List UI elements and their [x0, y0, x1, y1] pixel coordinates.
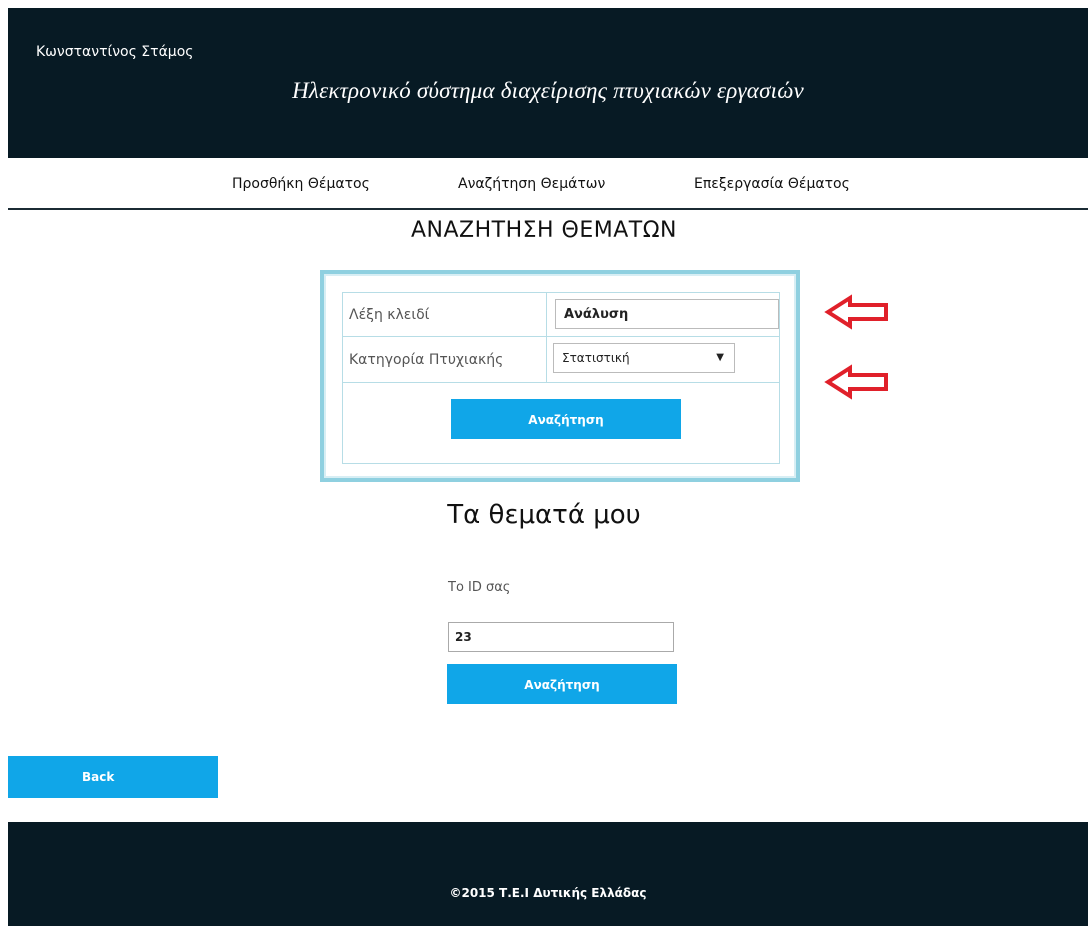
category-selected-value: Στατιστική: [562, 351, 630, 365]
red-arrow-left-icon: [824, 294, 888, 330]
page-title: ΑΝΑΖΗΤΗΣΗ ΘΕΜΑΤΩΝ: [410, 218, 678, 243]
nav-item-add-topic[interactable]: Προσθήκη Θέματος: [232, 176, 370, 192]
id-label: Το ID σας: [448, 580, 511, 595]
back-button[interactable]: Back: [8, 756, 218, 798]
keyword-row: Λέξη κλειδί: [343, 293, 779, 337]
copyright: ©2015 Τ.Ε.Ι Δυτικής Ελλάδας: [449, 886, 647, 900]
category-row: Κατηγορία Πτυχιακής Στατιστική ▼: [343, 337, 779, 383]
my-topics-heading: Τα θεματά μου: [447, 500, 641, 530]
nav-bar: Προσθήκη Θέματος Αναζήτηση Θεμάτων Επεξε…: [8, 158, 1088, 210]
nav-item-edit-topic[interactable]: Επεξεργασία Θέματος: [694, 176, 850, 192]
keyword-label: Λέξη κλειδί: [343, 293, 547, 336]
red-arrow-left-icon: [824, 364, 888, 400]
keyword-input[interactable]: [555, 299, 779, 329]
chevron-down-icon: ▼: [716, 352, 724, 363]
search-form-table: Λέξη κλειδί Κατηγορία Πτυχιακής Στατιστι…: [342, 292, 780, 464]
site-title: Ηλεκτρονικό σύστημα διαχείρισης πτυχιακώ…: [292, 78, 804, 103]
search-button[interactable]: Αναζήτηση: [451, 399, 681, 439]
category-label: Κατηγορία Πτυχιακής: [343, 337, 547, 382]
id-input[interactable]: [448, 622, 674, 652]
category-select[interactable]: Στατιστική ▼: [553, 343, 735, 373]
search-form: Λέξη κλειδί Κατηγορία Πτυχιακής Στατιστι…: [320, 270, 800, 482]
user-name[interactable]: Κωνσταντίνος Στάμος: [36, 44, 194, 60]
id-search-button[interactable]: Αναζήτηση: [447, 664, 677, 704]
footer: ©2015 Τ.Ε.Ι Δυτικής Ελλάδας: [8, 822, 1088, 926]
header: Κωνσταντίνος Στάμος Ηλεκτρονικό σύστημα …: [8, 8, 1088, 158]
nav-item-search-topics[interactable]: Αναζήτηση Θεμάτων: [458, 176, 605, 192]
